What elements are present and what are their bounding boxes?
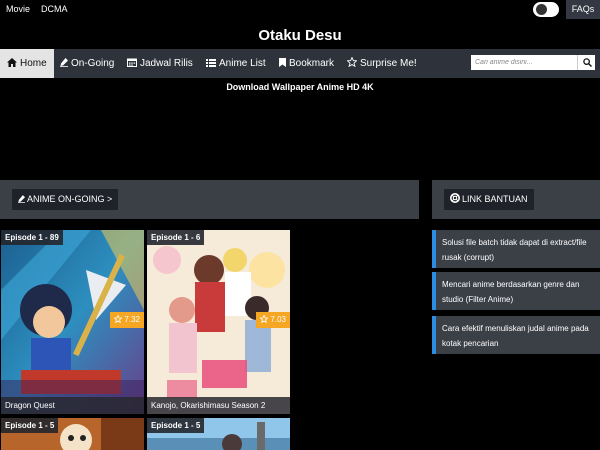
search-icon [583, 58, 592, 67]
home-icon [7, 58, 17, 67]
nav-bookmark[interactable]: Bookmark [272, 49, 341, 78]
nav-anime-list-label: Anime List [219, 58, 266, 69]
help-section-header: LINK BANTUAN [432, 180, 600, 219]
help-link-filter[interactable]: Mencari anime berdasarkan genre dan stud… [432, 272, 600, 310]
anime-card-kanojo-okarishimasu[interactable]: Episode 1 - 6 7.03 Kanojo, Okarishimasu … [147, 230, 290, 414]
anime-card-dragon-quest[interactable]: Episode 1 - 89 7.32 Dragon Quest [1, 230, 144, 414]
anime-title: Dragon Quest [1, 397, 144, 414]
nav-home-label: Home [20, 58, 47, 69]
nav-bookmark-label: Bookmark [289, 58, 335, 69]
nav-jadwal-rilis-label: Jadwal Rilis [140, 58, 193, 69]
help-section-button[interactable]: LINK BANTUAN [444, 189, 534, 210]
help-link-search-tips[interactable]: Cara efektif menuliskan judal anime pada… [432, 316, 600, 354]
star-icon [259, 314, 269, 324]
episode-badge: Episode 1 - 5 [1, 418, 59, 433]
star-icon [113, 314, 123, 324]
episode-badge: Episode 1 - 89 [1, 230, 63, 245]
site-title[interactable]: Otaku Desu [0, 27, 600, 44]
ongoing-section-button[interactable]: ANIME ON-GOING > [12, 189, 119, 210]
ongoing-section-header: ANIME ON-GOING > [0, 180, 419, 219]
ongoing-section-label: ANIME ON-GOING > [27, 194, 113, 204]
search-input[interactable] [471, 55, 577, 70]
help-section-label: LINK BANTUAN [462, 194, 528, 204]
nav-jadwal-rilis[interactable]: Jadwal Rilis [120, 49, 200, 78]
nav-surprise-me[interactable]: Surprise Me! [340, 49, 424, 78]
rating-badge: 7.32 [110, 312, 144, 328]
search-button[interactable] [577, 55, 595, 70]
list-icon [206, 59, 216, 67]
toggle-knob [536, 4, 547, 15]
wallpaper-banner-link[interactable]: Download Wallpaper Anime HD 4K [0, 82, 600, 92]
nav-home[interactable]: Home [0, 49, 54, 78]
nav-surprise-me-label: Surprise Me! [360, 58, 417, 69]
nav-on-going[interactable]: On-Going [53, 49, 121, 78]
episode-badge: Episode 1 - 6 [147, 230, 205, 245]
rating-value: 7.32 [124, 315, 140, 324]
dcma-link[interactable]: DCMA [41, 4, 68, 14]
anime-title: Kanojo, Okarishimasu Season 2 [147, 397, 290, 414]
search-box [471, 55, 595, 70]
faqs-button[interactable]: FAQs [566, 0, 600, 19]
rating-badge: 7.03 [256, 312, 290, 328]
pencil-icon [60, 58, 68, 67]
rating-value: 7.03 [270, 315, 286, 324]
calendar-icon [127, 58, 137, 67]
anime-card-fourth[interactable]: Episode 1 - 5 [147, 418, 290, 450]
pencil-icon [18, 195, 25, 203]
dark-mode-toggle[interactable] [533, 2, 559, 17]
lifebuoy-icon [450, 193, 460, 203]
nav-on-going-label: On-Going [71, 58, 115, 69]
anime-card-third[interactable]: Episode 1 - 5 [1, 418, 144, 450]
help-link-batch[interactable]: Solusi file batch tidak dapat di extract… [432, 230, 600, 268]
episode-badge: Episode 1 - 5 [147, 418, 205, 433]
top-bar: Movie DCMA FAQs [0, 0, 600, 19]
movie-link[interactable]: Movie [6, 4, 30, 14]
bookmark-icon [279, 58, 286, 67]
nav-anime-list[interactable]: Anime List [199, 49, 273, 78]
star-icon [346, 56, 358, 68]
